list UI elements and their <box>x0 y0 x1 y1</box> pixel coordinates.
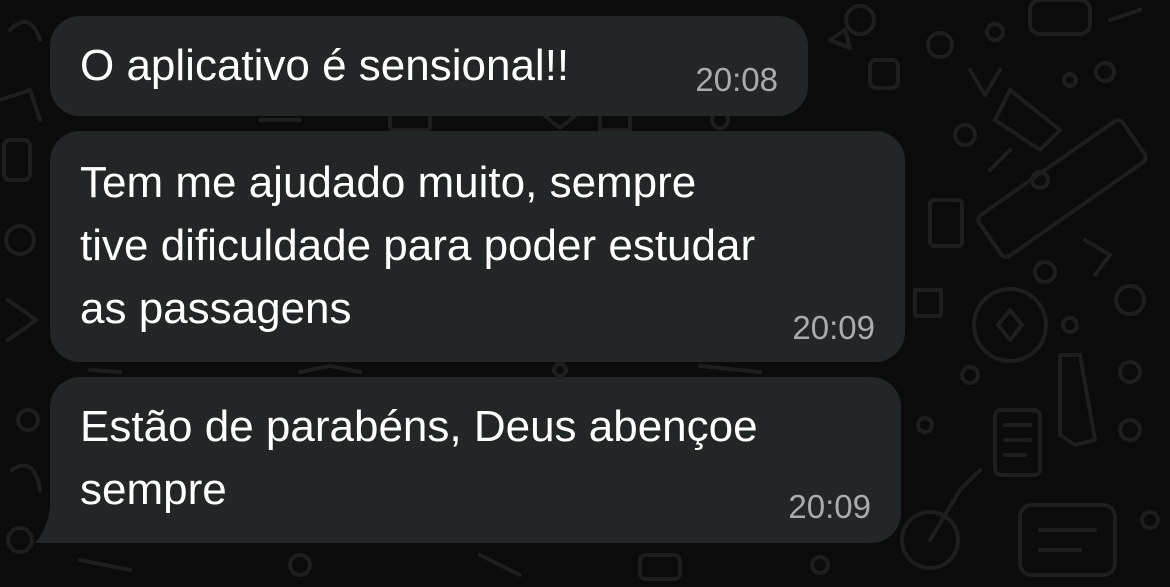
message-text: Estão de parabéns, Deus abençoe sempre <box>80 395 758 521</box>
message-text: O aplicativo é sensional!! <box>80 34 569 97</box>
message-timestamp: 20:09 <box>788 488 871 525</box>
message-bubble[interactable]: Tem me ajudado muito, sempre tive dificu… <box>50 131 905 362</box>
message-bubble[interactable]: Estão de parabéns, Deus abençoe sempre 2… <box>50 377 901 543</box>
message-timestamp: 20:08 <box>695 61 778 98</box>
chat-window: O aplicativo é sensional!! 20:08 Tem me … <box>0 0 1170 587</box>
message-text-line: sempre <box>80 465 227 514</box>
message-bubble[interactable]: O aplicativo é sensional!! 20:08 <box>50 16 808 116</box>
message-text-line: O aplicativo é sensional!! <box>80 41 570 90</box>
message-timestamp: 20:09 <box>792 309 875 346</box>
message-text: Tem me ajudado muito, sempre tive dificu… <box>80 151 755 340</box>
message-text-line: tive dificuldade para poder estudar <box>80 221 756 270</box>
message-text-line: as passagens <box>80 284 352 333</box>
message-text-line: Estão de parabéns, Deus abençoe <box>80 402 758 451</box>
message-text-line: Tem me ajudado muito, sempre <box>80 158 697 207</box>
